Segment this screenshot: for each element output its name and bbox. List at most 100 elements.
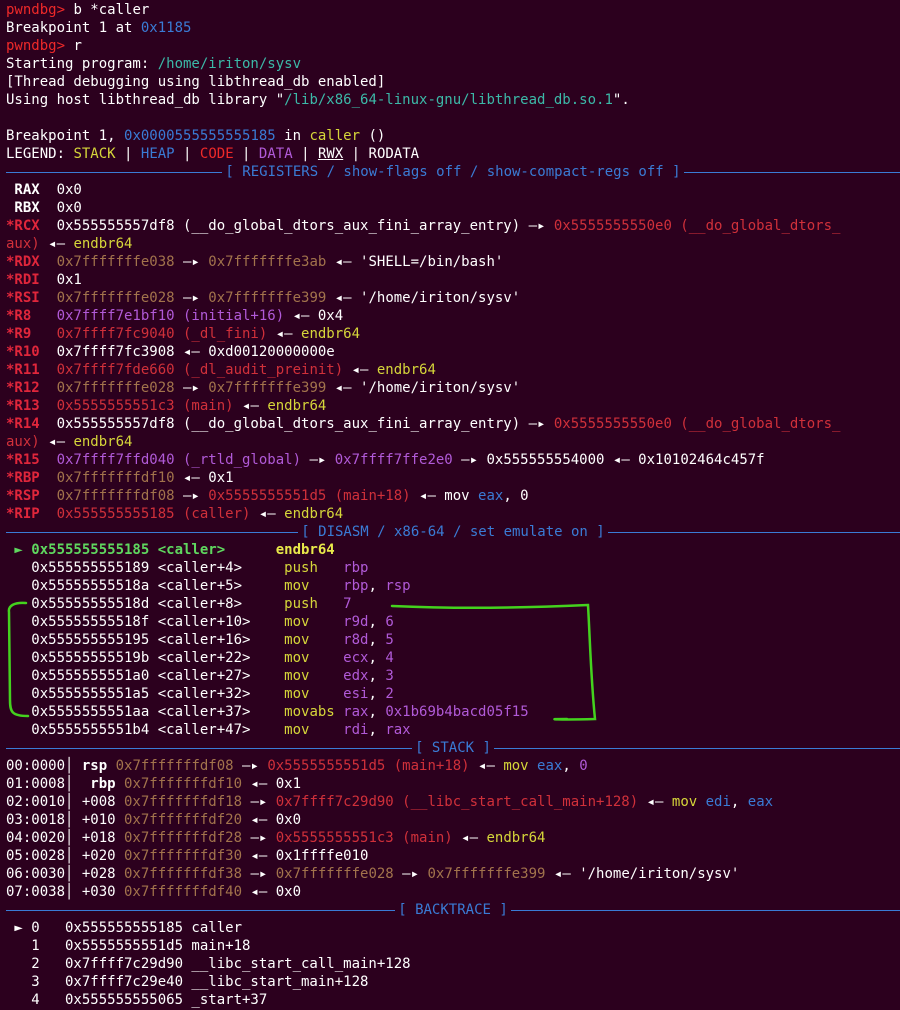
stack-row-segment: 0x7fffffffdf38 <box>115 866 243 882</box>
register-row-segment: ◂— <box>343 362 377 378</box>
register-row-segment: 0x7fffffffdf08 <box>39 488 175 504</box>
output-line-segment: () <box>360 128 386 144</box>
register-row-segment: 0x7fffffffe028 <box>39 290 175 306</box>
backtrace-row: 2 0x7ffff7c29d90 __libc_start_call_main+… <box>0 955 900 973</box>
stack-row-segment: mov <box>503 758 538 774</box>
register-row-segment: 0x7ffff7fc3908 ◂— 0xd00120000000e <box>39 344 335 360</box>
disasm-row-segment: 4 <box>385 650 394 666</box>
stack-row-segment: 0x5555555551d5 (main+18) <box>267 758 470 774</box>
disasm-row: 0x55555555519b <caller+22> mov ecx, 4 <box>0 649 900 667</box>
register-row-segment: endbr64 <box>73 434 133 450</box>
stack-row-segment: 06:0030│ +028 <box>6 866 116 882</box>
stack-row-segment: endbr64 <box>486 830 546 846</box>
output-line-segment: 0x1185 <box>140 20 192 36</box>
disasm-row: 0x555555555195 <caller+16> mov r8d, 5 <box>0 631 900 649</box>
output-line-segment: [Thread debugging using libthread_db ena… <box>6 74 386 90</box>
stack-row: 05:0028│ +020 0x7fffffffdf30 ◂— 0x1ffffe… <box>0 847 900 865</box>
disasm-row-segment: , <box>368 632 386 648</box>
output-line: Breakpoint 1 at 0x1185 <box>0 19 900 37</box>
stack-row-segment: rbp <box>90 776 116 792</box>
disasm-row: ► 0x555555555185 <caller> endbr64 <box>0 541 900 559</box>
disasm-row-segment: 0x5555555551b4 <caller+47> <box>6 722 285 738</box>
register-row-segment: *RSI <box>6 290 40 306</box>
disasm-row-segment: , <box>368 668 386 684</box>
stack-row-segment: ◂— 0x0 <box>242 812 302 828</box>
register-row: *R12 0x7fffffffe028 —▸ 0x7fffffffe399 ◂—… <box>0 379 900 397</box>
stack-row-segment: 03:0018│ +010 <box>6 812 116 828</box>
output-line-segment: 0x0000555555555185 <box>124 128 276 144</box>
output-line: [Thread debugging using libthread_db ena… <box>0 73 900 91</box>
register-row-segment: —▸ <box>174 290 209 306</box>
register-row-segment: 0x7fffffffdf10 <box>39 470 175 486</box>
output-line: Starting program: /home/iriton/sysv <box>0 55 900 73</box>
stack-row: 01:0008│ rbp 0x7fffffffdf10 ◂— 0x1 <box>0 775 900 793</box>
output-line: pwndbg> b *caller <box>0 1 900 19</box>
disasm-row-segment: 0x555555555189 <caller+4> <box>6 560 285 576</box>
stack-row-segment: 00:0000│ <box>6 758 82 774</box>
output-line-segment: RWX <box>317 146 344 162</box>
stack-panel: 00:0000│ rsp 0x7fffffffdf08 —▸ 0x5555555… <box>0 757 900 901</box>
register-row-segment: endbr64 <box>301 326 361 342</box>
backtrace-row: 3 0x7ffff7c29e40 __libc_start_main+128 <box>0 973 900 991</box>
disasm-row: 0x5555555551aa <caller+37> movabs rax, 0… <box>0 703 900 721</box>
register-row-segment: endbr64 <box>284 506 344 522</box>
register-row-segment: endbr64 <box>376 362 436 378</box>
register-row-segment: aux) <box>6 236 40 252</box>
disasm-row-segment: mov <box>284 686 344 702</box>
stack-row: 03:0018│ +010 0x7fffffffdf20 ◂— 0x0 <box>0 811 900 829</box>
stack-row-segment: 0x7fffffffe399 <box>427 866 546 882</box>
output-line-segment: DATA <box>258 146 293 162</box>
disasm-row: 0x5555555551a0 <caller+27> mov edx, 3 <box>0 667 900 685</box>
register-row-segment: 0x7fffffffe3ab <box>208 254 327 270</box>
register-row-segment: *R14 <box>6 416 40 432</box>
register-row: *R15 0x7ffff7ffd040 (_rtld_global) —▸ 0x… <box>0 451 900 469</box>
disasm-row-segment: push <box>284 560 344 576</box>
stack-row-segment: eax <box>747 794 774 810</box>
register-row-segment: 0x555555557df8 (__do_global_dtors_aux_fi… <box>39 416 554 432</box>
register-row: *R13 0x5555555551c3 (main) ◂— endbr64 <box>0 397 900 415</box>
stack-row-segment: 0 <box>579 758 588 774</box>
disasm-row-segment: rsp <box>385 578 411 594</box>
register-row-segment: aux) <box>6 434 40 450</box>
register-row-segment: 0x5555555550e0 (__do_global_dtors_ <box>553 218 841 234</box>
backtrace-row-segment: 4 0x555555555065 _start+37 <box>6 992 268 1008</box>
register-row: *RDI 0x1 <box>0 271 900 289</box>
disasm-row: 0x5555555551a5 <caller+32> mov esi, 2 <box>0 685 900 703</box>
disasm-row-segment: rax <box>343 704 369 720</box>
stack-row: 07:0038│ +030 0x7fffffffdf40 ◂— 0x0 <box>0 883 900 901</box>
register-row-segment: 0x7fffffffe399 <box>208 290 327 306</box>
disasm-row-segment: , <box>368 578 386 594</box>
register-row-segment: 0x7ffff7fc9040 (_dl_fini) <box>39 326 268 342</box>
register-row-segment: 0x1 <box>39 272 82 288</box>
stack-row: 06:0030│ +028 0x7fffffffdf38 —▸ 0x7fffff… <box>0 865 900 883</box>
disasm-row-segment: rax <box>385 722 411 738</box>
register-row-segment: *RSP <box>6 488 40 504</box>
output-line-segment: in <box>275 128 310 144</box>
stack-row-segment: , <box>562 758 580 774</box>
disasm-row-segment: , <box>368 704 386 720</box>
disasm-row-segment: rbp <box>343 560 369 576</box>
disasm-row: 0x55555555518d <caller+8> push 7 <box>0 595 900 613</box>
disasm-row-segment: ecx <box>343 650 369 666</box>
disasm-row-segment: ► 0x555555555185 <caller> <box>6 542 276 558</box>
disasm-row: 0x5555555551b4 <caller+47> mov rdi, rax <box>0 721 900 739</box>
stack-row-segment: 0x7fffffffdf18 <box>115 794 243 810</box>
output-line-segment: | RODATA <box>343 146 420 162</box>
disasm-row: 0x55555555518a <caller+5> mov rbp, rsp <box>0 577 900 595</box>
disasm-row-segment: , <box>368 722 386 738</box>
stack-row-segment: 01:0008│ <box>6 776 91 792</box>
disasm-row-segment: 6 <box>385 614 394 630</box>
stack-row-segment: 07:0038│ +030 <box>6 884 116 900</box>
disasm-panel: ► 0x555555555185 <caller> endbr64 0x5555… <box>0 541 900 739</box>
register-row-segment: *RCX <box>6 218 40 234</box>
register-row-segment: *R11 <box>6 362 40 378</box>
register-row-segment: ◂— 0x1 <box>174 470 234 486</box>
disasm-row-segment: 0x5555555551a0 <caller+27> <box>6 668 285 684</box>
stack-row-segment: ◂— <box>638 794 672 810</box>
register-row-segment: 0x7ffff7ffe2e0 <box>334 452 453 468</box>
stack-row-segment: mov <box>671 794 706 810</box>
stack-row-segment: —▸ <box>242 830 276 846</box>
stack-row-segment: 0x5555555551c3 (main) <box>275 830 453 846</box>
terminal-window[interactable]: pwndbg> b *caller Breakpoint 1 at 0x1185 p… <box>0 0 900 1010</box>
output-line-segment: /lib/x86_64-linux-gnu/libthread_db.so.1 <box>284 92 613 108</box>
